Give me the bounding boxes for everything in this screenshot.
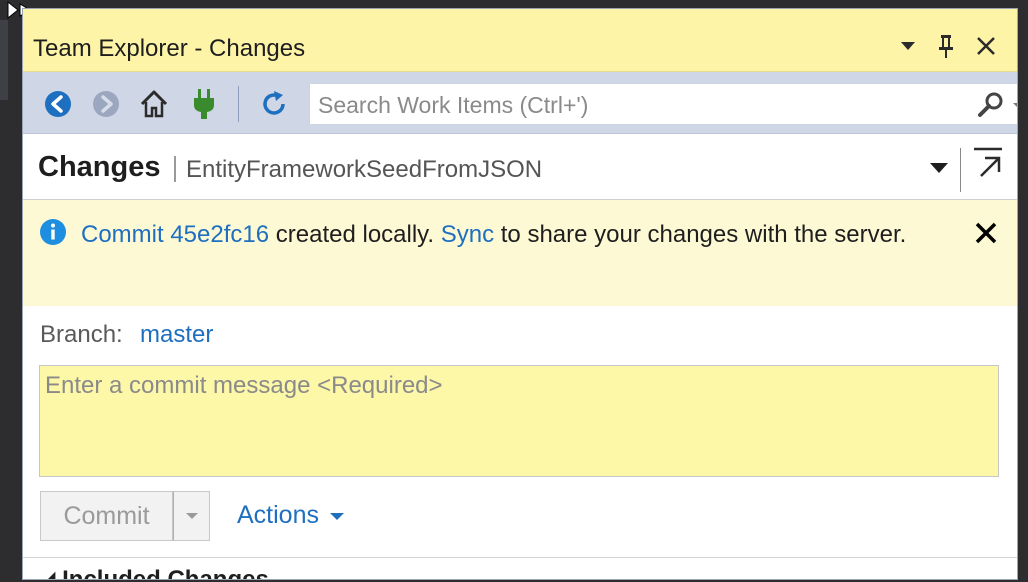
sync-link[interactable]: Sync xyxy=(441,221,494,248)
close-icon[interactable] xyxy=(973,33,999,59)
title-bar: Team Explorer - Changes xyxy=(23,9,1017,72)
included-changes-header[interactable]: ◢ Included Changes xyxy=(37,565,269,580)
search-dropdown-icon[interactable] xyxy=(1012,100,1018,110)
toolbar xyxy=(23,72,1017,134)
repository-name: EntityFrameworkSeedFromJSON xyxy=(186,156,543,183)
search-input[interactable] xyxy=(316,88,920,122)
forward-icon[interactable] xyxy=(89,87,123,121)
commit-link[interactable]: Commit 45e2fc16 xyxy=(81,221,269,248)
actions-label: Actions xyxy=(237,501,319,529)
commit-message-input[interactable] xyxy=(39,365,999,477)
background-window-edge xyxy=(0,20,8,100)
header-vertical-separator xyxy=(960,148,961,192)
notification-bar: Commit 45e2fc16 created locally. Sync to… xyxy=(23,200,1017,306)
pin-icon[interactable] xyxy=(933,33,959,59)
notification-text-middle: created locally. xyxy=(269,221,441,248)
chevron-down-icon xyxy=(329,512,344,520)
connect-icon[interactable] xyxy=(187,87,221,121)
team-explorer-panel: Team Explorer - Changes Search Work Item… xyxy=(22,8,1018,580)
home-icon[interactable] xyxy=(137,87,171,121)
search-icon[interactable] xyxy=(976,90,1006,120)
page-menu-dropdown-icon[interactable] xyxy=(929,160,949,176)
refresh-icon[interactable] xyxy=(257,87,291,121)
page-header: Changes EntityFrameworkSeedFromJSON xyxy=(23,134,1017,200)
toolbar-separator xyxy=(238,86,239,122)
branch-link[interactable]: master xyxy=(140,321,213,349)
section-divider xyxy=(23,557,1017,558)
branch-label: Branch: xyxy=(40,321,123,348)
undock-page-icon[interactable] xyxy=(971,146,1005,180)
header-separator xyxy=(174,156,176,182)
section-label: Included Changes xyxy=(62,566,269,580)
page-title: Changes xyxy=(38,151,161,183)
close-notification-icon[interactable] xyxy=(973,220,999,246)
actions-menu[interactable]: Actions xyxy=(237,501,345,530)
commit-button[interactable]: Commit xyxy=(40,491,173,541)
commit-options-dropdown[interactable] xyxy=(173,491,210,541)
window-title: Team Explorer - Changes xyxy=(33,35,306,62)
back-icon[interactable] xyxy=(41,87,75,121)
chevron-down-icon xyxy=(185,513,198,519)
window-menu-dropdown-icon[interactable] xyxy=(895,33,921,59)
notification-text-end: to share your changes with the server. xyxy=(494,221,907,248)
info-icon xyxy=(40,219,66,245)
notification-message: Commit 45e2fc16 created locally. Sync to… xyxy=(81,216,941,254)
search-box[interactable] xyxy=(309,83,1018,125)
